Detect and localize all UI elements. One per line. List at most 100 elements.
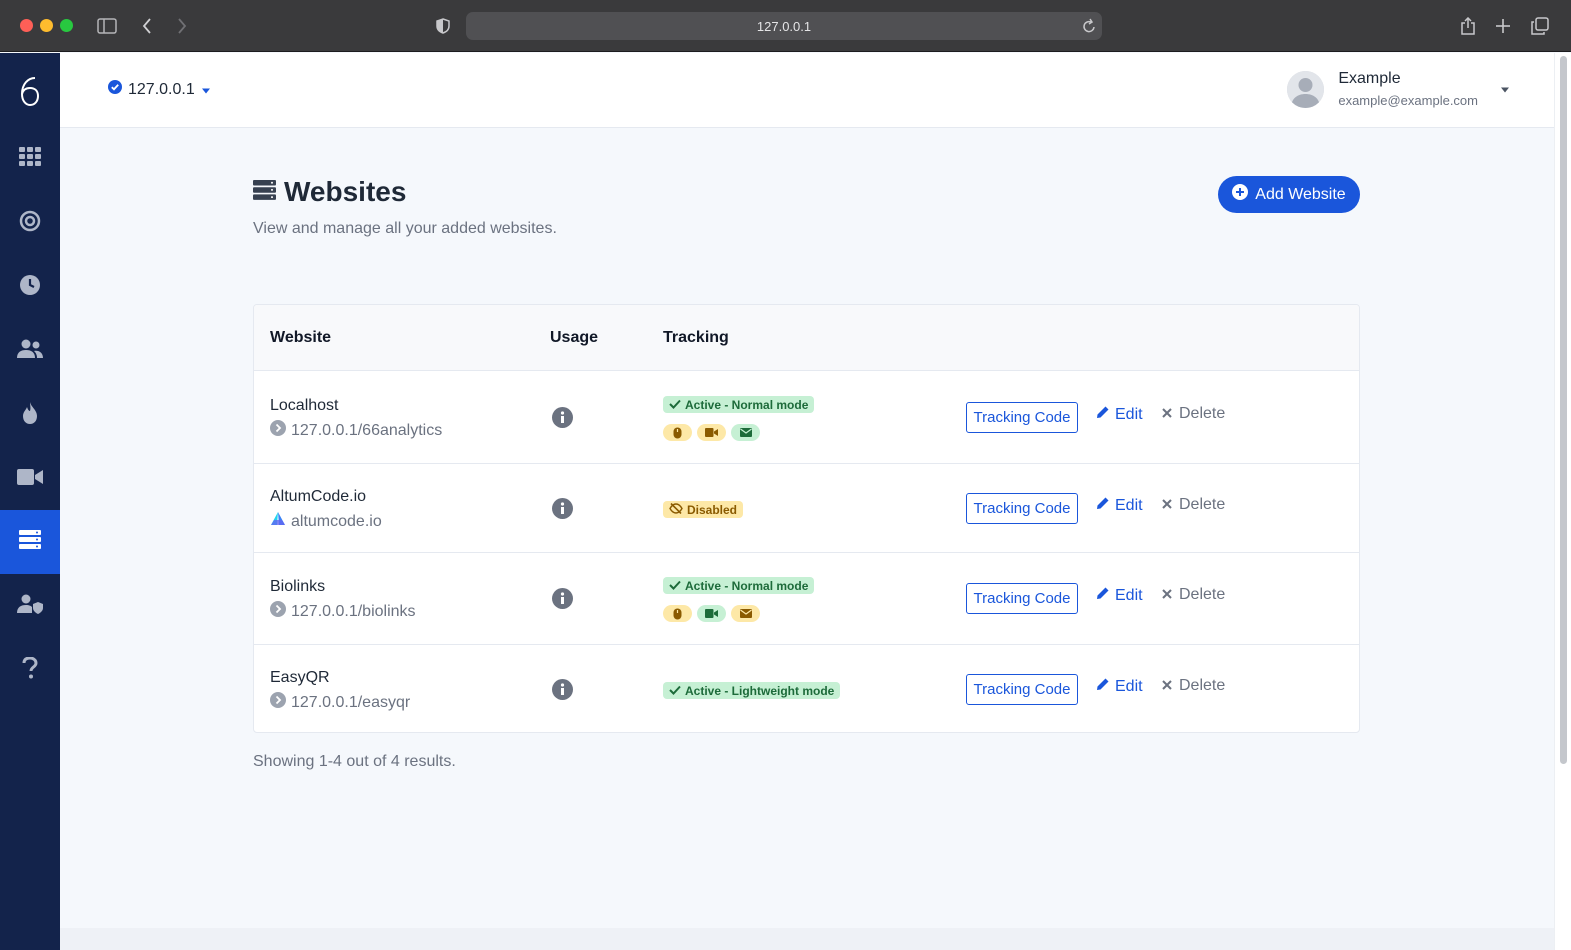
reload-icon[interactable] [1082,18,1096,39]
close-icon [1162,677,1172,695]
avatar [1287,70,1325,108]
edit-button[interactable]: Edit [1096,405,1143,424]
usage-info-icon[interactable] [552,588,573,614]
sidebar-item-recordings[interactable] [0,447,60,511]
privacy-shield-icon[interactable] [431,14,455,38]
sidebar-item-realtime[interactable] [0,191,60,255]
mouse-icon [663,424,692,441]
status-text: Active - Normal mode [685,578,809,593]
back-arrow-icon[interactable] [135,14,159,38]
sidebar-item-help[interactable] [0,638,60,702]
main-sidebar [0,53,60,950]
chevron-right-circle-icon [270,420,286,441]
sidebar-item-dashboard[interactable] [0,127,60,191]
tab-overview-icon[interactable] [1528,14,1552,38]
status-badge: Active - Lightweight mode [663,682,841,699]
check-icon [669,684,681,698]
app-logo[interactable] [0,71,60,111]
check-icon [669,398,681,412]
status-badge: Active - Normal mode [663,577,815,594]
users-icon [17,339,43,364]
pagination-summary: Showing 1-4 out of 4 results. [253,753,456,770]
help-icon [22,655,38,684]
add-website-label: Add Website [1255,185,1346,203]
sidebar-item-visitors[interactable] [0,319,60,383]
video-recordings-icon [17,468,43,491]
delete-button[interactable]: Delete [1162,405,1225,423]
video-icon [697,424,726,441]
delete-button[interactable]: Delete [1162,586,1225,604]
feature-badges [663,424,760,441]
usage-info-icon[interactable] [552,679,573,705]
website-name[interactable]: Localhost [270,397,339,415]
delete-button[interactable]: Delete [1162,677,1225,695]
website-name[interactable]: Biolinks [270,578,325,596]
tracking-code-button[interactable]: Tracking Code [966,402,1078,433]
new-tab-icon[interactable] [1491,14,1515,38]
website-url-text: 127.0.0.1/66analytics [291,421,443,439]
sidebar-toggle-icon[interactable] [95,14,119,38]
close-icon [1162,496,1172,514]
table-row: AltumCode.io altumcode.io Disabled Track… [254,464,1359,553]
sidebar-item-team[interactable] [0,574,60,638]
pencil-icon [1096,677,1110,696]
close-window-button[interactable] [20,19,33,32]
page-title: Websites [284,176,407,207]
website-name[interactable]: AltumCode.io [270,488,366,506]
check-icon [669,579,681,593]
add-website-button[interactable]: Add Website [1218,176,1360,213]
edit-button[interactable]: Edit [1096,496,1143,515]
envelope-icon [731,424,760,441]
mouse-icon [663,605,692,622]
delete-label: Delete [1179,496,1226,513]
status-text: Disabled [687,502,738,517]
url-text: 127.0.0.1 [756,19,812,34]
scrollbar-thumb[interactable] [1560,56,1567,764]
sidebar-item-heatmaps[interactable] [0,383,60,447]
column-header-tracking: Tracking [663,329,729,346]
edit-button[interactable]: Edit [1096,677,1143,696]
share-icon[interactable] [1456,14,1480,38]
website-selector[interactable]: 127.0.0.1 [108,80,211,99]
usage-info-icon[interactable] [552,498,573,524]
fire-heatmap-icon [21,401,39,429]
status-text: Active - Lightweight mode [685,683,835,698]
user-email: example@example.com [1338,93,1478,108]
close-icon [1162,405,1172,423]
maximize-window-button[interactable] [60,19,73,32]
website-url-text: 127.0.0.1/easyqr [291,693,411,711]
verified-check-icon [108,80,122,99]
delete-button[interactable]: Delete [1162,496,1225,514]
website-url[interactable]: 127.0.0.1/66analytics [270,420,442,441]
tracking-code-button[interactable]: Tracking Code [966,583,1078,614]
forward-arrow-icon[interactable] [170,14,194,38]
website-url-text: altumcode.io [291,512,382,530]
website-url[interactable]: 127.0.0.1/easyqr [270,692,410,713]
eye-slash-icon [669,502,683,517]
sidebar-item-websites[interactable] [0,510,60,574]
usage-info-icon[interactable] [552,407,573,433]
website-name[interactable]: EasyQR [270,669,330,687]
chevron-right-circle-icon [270,601,286,622]
website-url[interactable]: 127.0.0.1/biolinks [270,601,416,622]
delete-label: Delete [1179,405,1226,422]
user-menu[interactable]: Example example@example.com [1287,70,1510,108]
minimize-window-button[interactable] [40,19,53,32]
edit-button[interactable]: Edit [1096,586,1143,605]
clock-icon [19,274,41,301]
browser-toolbar: 127.0.0.1 [0,0,1571,52]
delete-label: Delete [1179,586,1226,603]
user-name: Example [1338,70,1401,87]
plus-circle-icon [1232,184,1249,205]
website-url[interactable]: altumcode.io [270,511,382,532]
websites-server-icon [19,529,41,555]
tracking-code-button[interactable]: Tracking Code [966,493,1078,524]
websites-table: Website Usage Tracking Localhost 127.0.0… [253,304,1360,733]
address-bar[interactable]: 127.0.0.1 [466,12,1102,40]
sidebar-item-history[interactable] [0,255,60,319]
feature-badges [663,605,760,622]
tracking-code-button[interactable]: Tracking Code [966,674,1078,705]
table-row: Localhost 127.0.0.1/66analytics Active -… [254,371,1359,464]
page-heading: Websites [253,176,406,208]
page-scrollbar[interactable] [1554,53,1571,950]
